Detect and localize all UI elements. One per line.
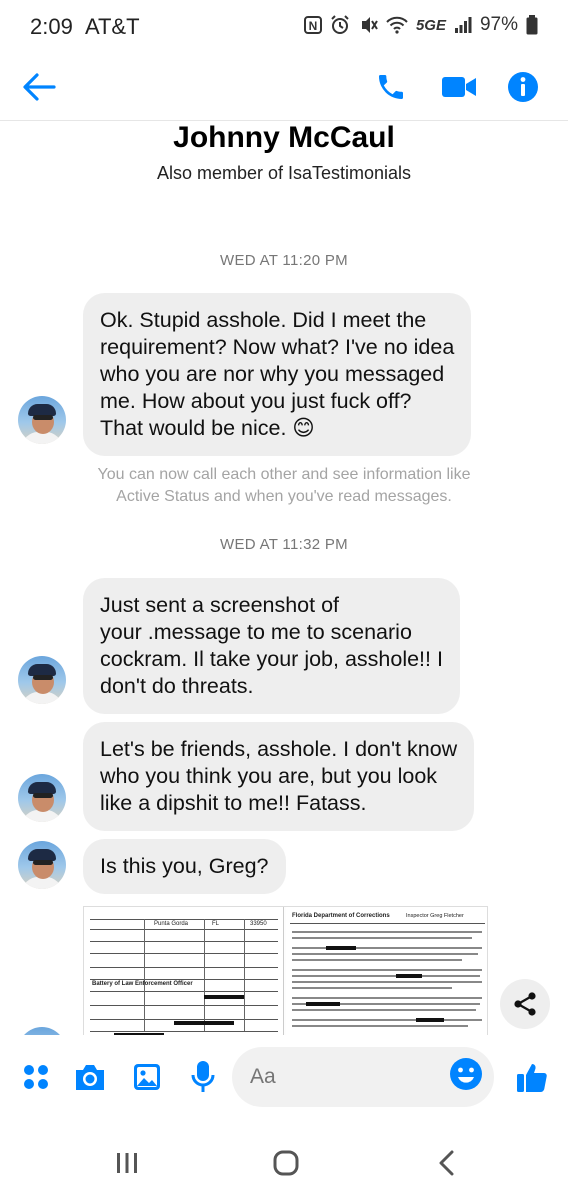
camera-icon [76, 1065, 104, 1090]
nav-back-button[interactable] [424, 1145, 468, 1181]
microphone-icon [191, 1061, 215, 1092]
message-bubble[interactable]: Ok. Stupid asshole. Did I meet the requi… [83, 293, 472, 456]
home-button[interactable] [264, 1145, 308, 1181]
message-bubble[interactable]: Let's be friends, asshole. I don't know … [83, 722, 475, 831]
message-line: Just sent a screenshot of [100, 593, 340, 617]
message-bubble[interactable]: Just sent a screenshot of your .message … [83, 578, 460, 714]
message-line: your .message to me to scenario [100, 620, 412, 644]
avatar[interactable] [18, 1027, 66, 1035]
message-line: like a dipshit to me!! Fatass. [100, 791, 367, 815]
info-button[interactable] [500, 64, 546, 110]
system-notice-line: You can now call each other and see info… [97, 466, 471, 483]
system-notice: You can now call each other and see info… [70, 464, 498, 508]
message-line: Is this you, Greg? [100, 854, 269, 878]
doc-agency: Florida Department of Corrections [292, 913, 390, 919]
status-time: 2:09 AT&T [30, 14, 140, 40]
share-icon [514, 992, 536, 1016]
svg-text:N: N [309, 19, 318, 33]
message-line: Let's be friends, asshole. I don't know [100, 737, 458, 761]
emoji-button[interactable] [449, 1057, 489, 1097]
battery-percent: 97% [479, 14, 518, 35]
vibrate-icon [358, 15, 378, 35]
phone-icon [379, 75, 403, 99]
message-bubble[interactable]: Is this you, Greg? [83, 839, 286, 894]
document-page-left: Punta Gorda FL 33950 Battery of Law Enfo… [84, 907, 284, 1035]
recent-apps-button[interactable] [105, 1145, 149, 1181]
back-button[interactable] [16, 64, 62, 110]
avatar[interactable] [18, 841, 66, 889]
like-button[interactable] [512, 1057, 552, 1097]
thumbs-up-icon [517, 1064, 547, 1092]
recent-apps-icon [117, 1153, 137, 1173]
apps-button[interactable] [16, 1057, 56, 1097]
alarm-icon [330, 15, 350, 35]
composer [0, 1035, 568, 1125]
avatar[interactable] [18, 396, 66, 444]
info-icon [508, 72, 538, 102]
voice-button[interactable] [183, 1057, 223, 1097]
system-nav-bar [0, 1125, 568, 1200]
call-button[interactable] [368, 64, 414, 110]
message-line: cockram. Il take your job, asshole!! I [100, 647, 443, 671]
signal-icon [454, 16, 472, 34]
battery-icon [526, 15, 538, 35]
doc-state: FL [212, 921, 220, 927]
status-bar: 2:09 AT&T N 5GE 97% [0, 0, 568, 56]
doc-place: Punta Gorda [154, 921, 189, 927]
back-icon [439, 1150, 454, 1176]
message-thread[interactable]: Johnny McCaul Also member of IsaTestimon… [0, 121, 568, 1035]
message-line: Ok. Stupid asshole. Did I meet the [100, 308, 427, 332]
message-line: That would be nice. 😊 [100, 416, 315, 440]
doc-officer: Inspector Greg Fletcher [406, 913, 464, 919]
gallery-button[interactable] [127, 1057, 167, 1097]
nfc-icon: N [303, 16, 322, 34]
apps-icon [24, 1065, 48, 1089]
system-notice-line: Active Status and when you've read messa… [116, 488, 452, 505]
carrier: AT&T [84, 14, 140, 39]
conversation-header [0, 56, 568, 120]
message-line: who you are nor why you messaged [100, 362, 445, 386]
timestamp: WED AT 11:32 PM [220, 536, 348, 553]
status-icons: N 5GE 97% [303, 14, 538, 36]
message-line: requirement? Now what? I've no idea [100, 335, 455, 359]
message-line: me. How about you just fuck off? [100, 389, 412, 413]
message-line: who you think you are, but you look [100, 764, 438, 788]
doc-zip: 33950 [250, 921, 267, 927]
message-line: don't do threats. [100, 674, 254, 698]
video-camera-icon [442, 77, 476, 97]
gallery-icon [134, 1064, 160, 1090]
emoji-icon [450, 1058, 482, 1090]
video-call-button[interactable] [436, 64, 482, 110]
camera-button[interactable] [70, 1057, 110, 1097]
back-arrow-icon [23, 73, 56, 101]
home-icon [273, 1150, 299, 1176]
doc-charge: Battery of Law Enforcement Officer [92, 981, 193, 987]
clock: 2:09 [30, 14, 73, 39]
document-page-right: Florida Department of Corrections Inspec… [286, 907, 487, 1035]
image-attachment[interactable]: Punta Gorda FL 33950 Battery of Law Enfo… [83, 906, 488, 1035]
wifi-icon [386, 16, 408, 34]
contact-name: Johnny McCaul [173, 121, 395, 154]
share-button[interactable] [500, 979, 550, 1029]
avatar[interactable] [18, 656, 66, 704]
contact-subtitle: Also member of IsaTestimonials [156, 163, 412, 183]
timestamp: WED AT 11:20 PM [220, 252, 348, 269]
network-type: 5GE [415, 16, 446, 34]
avatar[interactable] [18, 774, 66, 822]
